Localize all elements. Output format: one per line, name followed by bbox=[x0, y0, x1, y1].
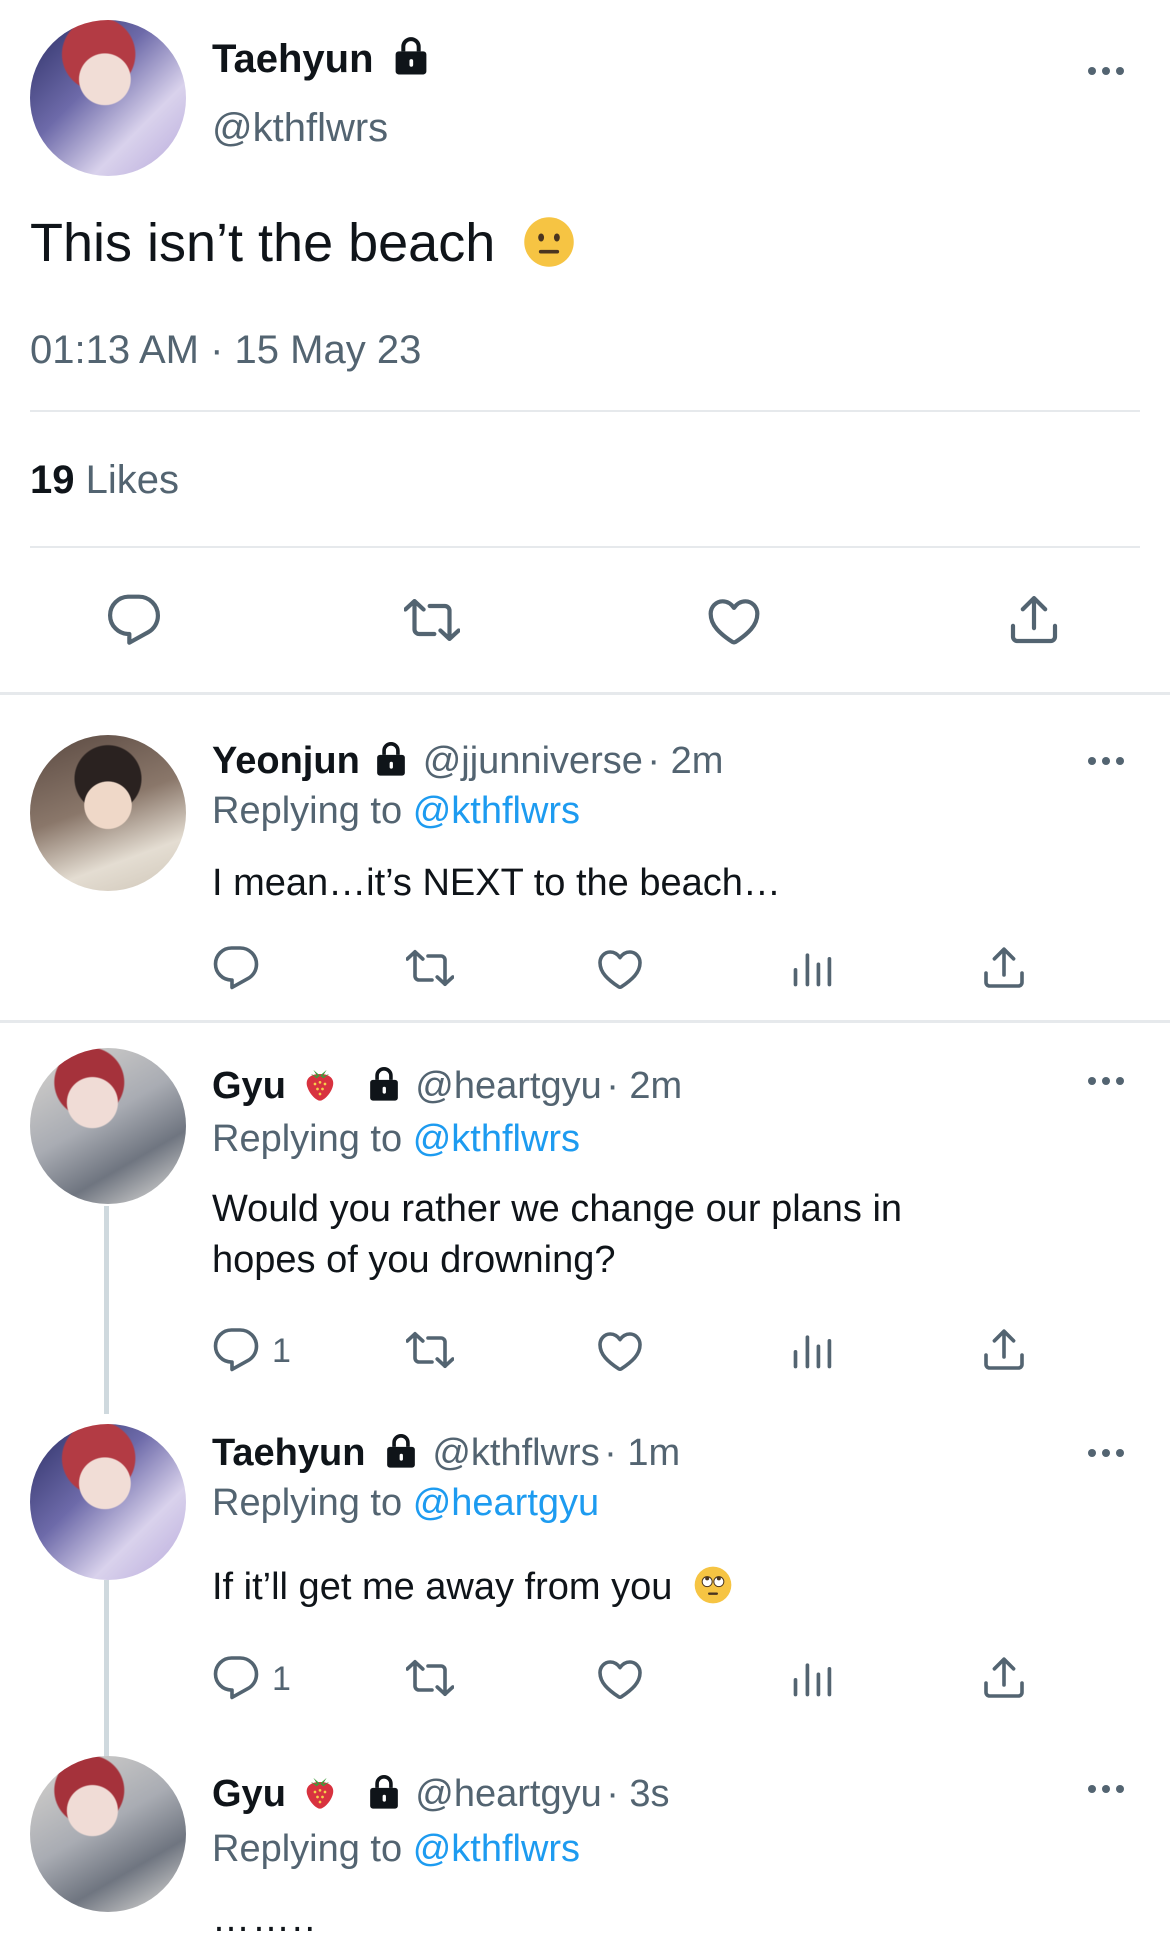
lock-icon bbox=[384, 1433, 418, 1469]
more-options-icon[interactable] bbox=[1086, 64, 1126, 78]
retweet-icon[interactable] bbox=[404, 592, 460, 648]
more-options-icon[interactable] bbox=[1086, 1782, 1126, 1796]
more-options-icon[interactable] bbox=[1086, 754, 1126, 768]
share-icon[interactable] bbox=[980, 944, 1028, 992]
reply-icon[interactable] bbox=[212, 1326, 260, 1374]
like-heart-icon[interactable] bbox=[596, 1654, 644, 1702]
avatar[interactable] bbox=[30, 20, 186, 176]
views-icon[interactable] bbox=[790, 1326, 834, 1374]
reply-time[interactable]: · 3s bbox=[606, 1773, 669, 1815]
lock-icon bbox=[392, 36, 430, 76]
share-icon[interactable] bbox=[980, 1326, 1028, 1374]
likes-count: 19 bbox=[30, 458, 75, 502]
author-row: Gyu @heartgyu · 2m bbox=[212, 1064, 682, 1108]
lock-icon bbox=[367, 1774, 401, 1810]
replying-to: Replying to @kthflwrs bbox=[212, 790, 580, 833]
more-options-icon[interactable] bbox=[1086, 1446, 1126, 1460]
replying-to: Replying to @kthflwrs bbox=[212, 1828, 580, 1871]
replying-to-label: Replying to bbox=[212, 790, 403, 832]
reply-icon[interactable] bbox=[212, 944, 260, 992]
strawberry-emoji-icon bbox=[300, 1772, 340, 1812]
author-row: Gyu @heartgyu · 3s bbox=[212, 1772, 670, 1816]
replying-to-label: Replying to bbox=[212, 1482, 403, 1524]
like-heart-icon[interactable] bbox=[706, 592, 762, 648]
reply-time[interactable]: · 2m bbox=[647, 740, 723, 782]
retweet-icon[interactable] bbox=[406, 1326, 454, 1374]
likes-stat[interactable]: 19 Likes bbox=[30, 458, 179, 503]
reply-icon[interactable] bbox=[106, 592, 162, 648]
author-name[interactable]: Taehyun bbox=[212, 1432, 365, 1474]
avatar[interactable] bbox=[30, 1756, 186, 1912]
divider bbox=[0, 692, 1170, 695]
author-row: Yeonjun @jjunniverse · 2m bbox=[212, 740, 723, 783]
replying-to-label: Replying to bbox=[212, 1118, 403, 1160]
divider bbox=[30, 410, 1140, 412]
author-handle[interactable]: @heartgyu bbox=[415, 1065, 601, 1107]
author-name[interactable]: Taehyun bbox=[212, 37, 374, 81]
tweet-body: This isn’t the beach bbox=[30, 212, 576, 274]
reply-count: 1 bbox=[272, 1332, 291, 1370]
views-icon[interactable] bbox=[790, 944, 834, 992]
replying-to-handle[interactable]: @kthflwrs bbox=[413, 1828, 580, 1870]
reply-count: 1 bbox=[272, 1660, 291, 1698]
author-row: Taehyun bbox=[212, 36, 430, 82]
author-handle[interactable]: @kthflwrs bbox=[212, 106, 388, 151]
replying-to: Replying to @kthflwrs bbox=[212, 1118, 580, 1161]
share-icon[interactable] bbox=[1006, 592, 1062, 648]
reply-icon[interactable] bbox=[212, 1654, 260, 1702]
lock-icon bbox=[367, 1066, 401, 1102]
tweet-text: I mean…it’s NEXT to the beach… bbox=[212, 862, 781, 904]
thread-line bbox=[104, 1580, 109, 1758]
reply-time[interactable]: · 1m bbox=[604, 1432, 680, 1474]
views-icon[interactable] bbox=[790, 1654, 834, 1702]
replying-to-handle[interactable]: @heartgyu bbox=[413, 1482, 599, 1524]
tweet-text-line: hopes of you drowning? bbox=[212, 1239, 616, 1281]
like-heart-icon[interactable] bbox=[596, 944, 644, 992]
author-row: Taehyun @kthflwrs · 1m bbox=[212, 1432, 680, 1475]
strawberry-emoji-icon bbox=[300, 1064, 340, 1104]
divider bbox=[0, 1020, 1170, 1023]
retweet-icon[interactable] bbox=[406, 1654, 454, 1702]
share-icon[interactable] bbox=[980, 1654, 1028, 1702]
avatar[interactable] bbox=[30, 1424, 186, 1580]
divider bbox=[30, 546, 1140, 548]
eye-roll-emoji-icon bbox=[693, 1565, 733, 1605]
author-handle[interactable]: @heartgyu bbox=[415, 1773, 601, 1815]
replying-to-handle[interactable]: @kthflwrs bbox=[413, 790, 580, 832]
author-name[interactable]: Yeonjun bbox=[212, 740, 360, 782]
tweet-text-line: Would you rather we change our plans in bbox=[212, 1188, 903, 1230]
avatar[interactable] bbox=[30, 1048, 186, 1204]
like-heart-icon[interactable] bbox=[596, 1326, 644, 1374]
author-handle[interactable]: @kthflwrs bbox=[432, 1432, 599, 1474]
tweet-timestamp[interactable]: 01:13 AM · 15 May 23 bbox=[30, 328, 421, 373]
replying-to-handle[interactable]: @kthflwrs bbox=[413, 1118, 580, 1160]
tweet-text: …….. bbox=[212, 1898, 318, 1940]
avatar[interactable] bbox=[30, 735, 186, 891]
author-name[interactable]: Gyu bbox=[212, 1773, 286, 1815]
more-options-icon[interactable] bbox=[1086, 1074, 1126, 1088]
replying-to: Replying to @heartgyu bbox=[212, 1482, 599, 1525]
author-handle[interactable]: @jjunniverse bbox=[423, 740, 643, 782]
lock-icon bbox=[374, 741, 408, 777]
replying-to-label: Replying to bbox=[212, 1828, 403, 1870]
tweet-text: If it’ll get me away from you bbox=[212, 1566, 673, 1608]
tweet-text: This isn’t the beach bbox=[30, 213, 496, 273]
tweet-body: If it’ll get me away from you bbox=[212, 1562, 733, 1613]
likes-label: Likes bbox=[85, 458, 180, 502]
author-name[interactable]: Gyu bbox=[212, 1065, 286, 1107]
reply-time[interactable]: · 2m bbox=[606, 1065, 682, 1107]
neutral-face-emoji-icon bbox=[522, 215, 576, 269]
thread-line bbox=[104, 1206, 109, 1414]
retweet-icon[interactable] bbox=[406, 944, 454, 992]
